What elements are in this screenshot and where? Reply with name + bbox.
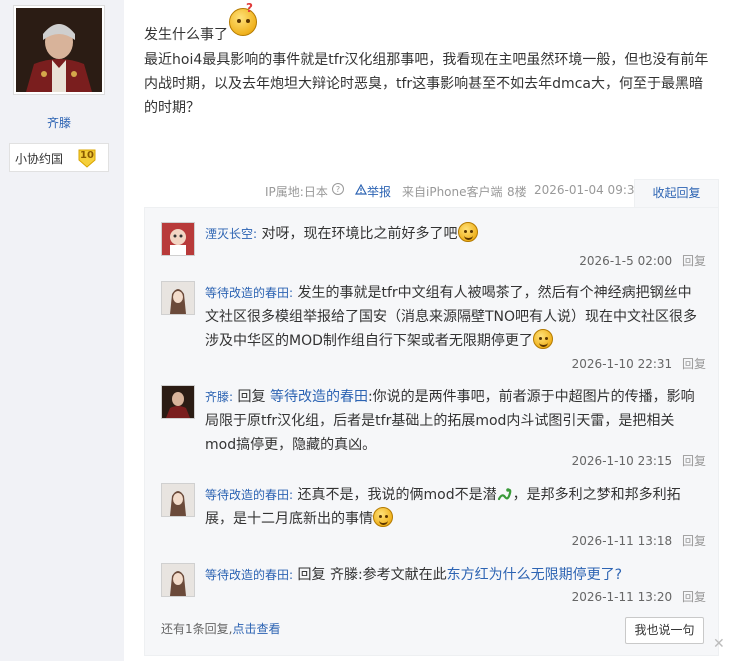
more-replies-count: 还有1条回复, [161,622,233,636]
reply-prefix: 回复 [237,389,266,405]
reply-text: 对呀，现在环境比之前好多了吧 [261,226,458,242]
reply-username[interactable]: 等待改造的春田: [205,488,293,502]
post-time: 2026-01-04 09:30 [534,183,643,197]
reply-content: 齐滕: 回复 等待改造的春田:你说的是两件事吧，前者源于中超图片的传播，影响局限… [205,385,705,457]
reply-time: 2026-1-10 23:15 [571,454,673,468]
smile-emoji-icon [532,329,553,349]
client-source[interactable]: 来自iPhone客户端 [402,183,503,200]
report-label: 举报 [367,185,392,199]
post-body: 最近hoi4最具影响的事件就是tfr汉化组那事吧，我看现在主吧虽然环境一般，但也… [144,52,709,116]
author-avatar[interactable] [14,6,104,94]
reply-text: :参考文献在此 [357,567,447,583]
reply-area: 湮灭长空: 对呀，现在环境比之前好多了吧 2026-1-5 02:00 回复 等… [144,207,719,656]
more-replies: 还有1条回复,点击查看 [161,620,280,637]
smile-emoji-icon [457,222,478,242]
reply-avatar[interactable] [161,281,195,315]
show-more-link[interactable]: 点击查看 [232,622,280,636]
author-name[interactable]: 齐滕 [0,114,118,131]
reply-content: 等待改造的春田: 还真不是，我说的俩mod不是潜 ，是邦多利之梦和邦多利拓展，是十… [205,483,705,531]
reply-meta: 2026-1-5 02:00 回复 [579,252,706,269]
reply-meta: 2026-1-10 22:31 回复 [572,355,706,372]
reply-avatar[interactable] [161,222,195,256]
reference-link[interactable]: 东方红为什么无限期停更了? [447,567,622,583]
reply-button[interactable]: 回复 [682,454,706,468]
reply-avatar[interactable] [161,563,195,597]
level-box[interactable]: 小协约国 10 [9,143,109,172]
reply-time: 2026-1-10 22:31 [571,357,673,371]
author-sidebar: 齐滕 小协约国 10 [0,0,124,661]
reply-username[interactable]: 齐滕: [205,390,233,404]
reply-button[interactable]: 回复 [682,534,706,548]
reply-meta: 2026-1-10 23:15 回复 [572,452,706,469]
reply-time: 2026-1-5 02:00 [579,254,673,268]
reply-meta: 2026-1-11 13:18 回复 [572,532,706,549]
reply-button[interactable]: 回复 [682,357,706,371]
level-number: 10 [80,150,94,161]
confused-emoji-icon [229,1,257,36]
reply-time: 2026-1-11 13:20 [571,590,673,604]
reply-time: 2026-1-11 13:18 [571,534,673,548]
reply-username[interactable]: 等待改造的春田: [205,286,293,300]
help-icon[interactable]: ? [331,182,345,199]
svg-text:?: ? [336,185,340,194]
reply-button[interactable]: 回复 [682,254,706,268]
collapse-replies-button[interactable]: 收起回复 [634,179,719,207]
add-reply-button[interactable]: 我也说一句 [625,617,704,644]
warning-icon [354,183,368,195]
reply-username[interactable]: 湮灭长空: [205,227,257,241]
snake-emoji-icon [497,488,511,501]
reply-avatar[interactable] [161,483,195,517]
reply-content: 湮灭长空: 对呀，现在环境比之前好多了吧 [205,222,705,246]
reply-content: 等待改造的春田: 回复 齐滕:参考文献在此东方红为什么无限期停更了? [205,563,705,587]
reply-meta: 2026-1-11 13:20 回复 [572,588,706,605]
reply-text-a: 还真不是，我说的俩mod不是潜 [297,487,497,503]
reply-target-link[interactable]: 等待改造的春田 [270,389,368,405]
reply-prefix: 回复 齐滕 [297,567,358,583]
report-link[interactable]: 举报 [354,183,391,199]
reply-username[interactable]: 等待改造的春田: [205,568,293,582]
floor-number: 8楼 [507,185,527,199]
close-icon[interactable]: ✕ [713,636,725,652]
smile-emoji-icon [373,507,393,527]
reply-avatar[interactable] [161,385,195,419]
reply-button[interactable]: 回复 [682,590,706,604]
reply-content: 等待改造的春田: 发生的事就是tfr中文组有人被喝茶了，然后有个神经病把钢丝中文… [205,281,705,353]
post-title: 发生什么事了 [144,24,228,44]
post-title-text: 发生什么事了 [144,27,228,43]
ip-location: IP属地:日本 [265,185,328,199]
level-name: 小协约国 [15,152,64,166]
